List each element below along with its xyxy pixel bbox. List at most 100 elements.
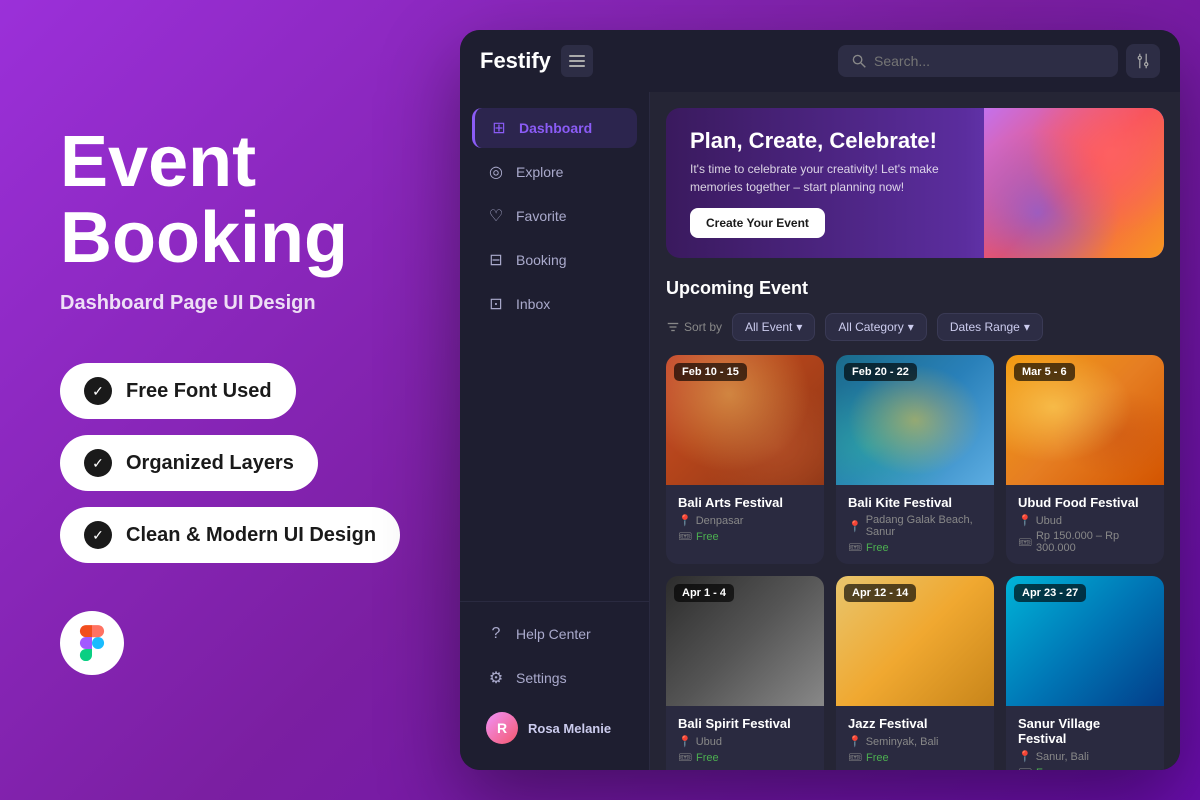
card-price-3: 🎟 Rp 150.000 – Rp 300.000	[1018, 530, 1152, 554]
card-date-5: Apr 12 - 14	[844, 584, 916, 602]
price-icon-6: 🎟	[1018, 766, 1032, 770]
sidebar-label-favorite: Favorite	[516, 208, 567, 224]
feature-free-font: ✓ Free Font Used	[60, 363, 296, 419]
card-location-3: 📍 Ubud	[1018, 514, 1152, 527]
filter-all-event[interactable]: All Event ▾	[732, 313, 815, 341]
filter-all-category[interactable]: All Category ▾	[825, 313, 926, 341]
favorite-icon: ♡	[486, 206, 506, 226]
check-icon-1: ✓	[84, 377, 112, 405]
create-event-button[interactable]: Create Your Event	[690, 208, 825, 238]
card-location-2: 📍 Padang Galak Beach, Sanur	[848, 514, 982, 538]
sidebar-item-dashboard[interactable]: ⊞ Dashboard	[472, 108, 637, 148]
event-card-6[interactable]: Apr 23 - 27 Sanur Village Festival 📍 San…	[1006, 576, 1164, 770]
event-card-1[interactable]: Feb 10 - 15 Bali Arts Festival 📍 Denpasa…	[666, 355, 824, 564]
card-date-6: Apr 23 - 27	[1014, 584, 1086, 602]
card-location-1: 📍 Denpasar	[678, 514, 812, 527]
sidebar-item-inbox[interactable]: ⊡ Inbox	[472, 284, 637, 324]
card-date-3: Mar 5 - 6	[1014, 363, 1075, 381]
booking-icon: ⊟	[486, 250, 506, 270]
sidebar-item-favorite[interactable]: ♡ Favorite	[472, 196, 637, 236]
dashboard-body: ⊞ Dashboard ◎ Explore ♡ Favorite ⊟ Booki…	[460, 92, 1180, 770]
card-image-5: Apr 12 - 14	[836, 576, 994, 706]
sidebar-nav: ⊞ Dashboard ◎ Explore ♡ Favorite ⊟ Booki…	[460, 108, 649, 593]
sidebar-bottom: ? Help Center ⚙ Settings R Rosa Melanie	[460, 601, 649, 754]
event-card-3[interactable]: Mar 5 - 6 Ubud Food Festival 📍 Ubud 🎟 Rp…	[1006, 355, 1164, 564]
search-input[interactable]	[874, 53, 1104, 69]
banner: Plan, Create, Celebrate! It's time to ce…	[666, 108, 1164, 258]
card-date-4: Apr 1 - 4	[674, 584, 734, 602]
logo-text: Festify	[480, 48, 551, 74]
sidebar-item-help[interactable]: ? Help Center	[472, 614, 637, 654]
card-location-6: 📍 Sanur, Bali	[1018, 750, 1152, 763]
event-card-5[interactable]: Apr 12 - 14 Jazz Festival 📍 Seminyak, Ba…	[836, 576, 994, 770]
feature-list: ✓ Free Font Used ✓ Organized Layers ✓ Cl…	[60, 363, 430, 563]
card-date-2: Feb 20 - 22	[844, 363, 917, 381]
sidebar-label-help: Help Center	[516, 626, 591, 642]
price-icon-1: 🎟	[678, 530, 692, 543]
event-card-4[interactable]: Apr 1 - 4 Bali Spirit Festival 📍 Ubud 🎟 …	[666, 576, 824, 770]
feature-organized-layers: ✓ Organized Layers	[60, 435, 318, 491]
user-name: Rosa Melanie	[528, 721, 611, 736]
settings-icon: ⚙	[486, 668, 506, 688]
filter-dates-range[interactable]: Dates Range ▾	[937, 313, 1043, 341]
sidebar-item-explore[interactable]: ◎ Explore	[472, 152, 637, 192]
sidebar-label-booking: Booking	[516, 252, 567, 268]
feature-clean-ui: ✓ Clean & Modern UI Design	[60, 507, 400, 563]
price-icon-5: 🎟	[848, 751, 862, 764]
card-name-5: Jazz Festival	[848, 716, 982, 731]
filter-button[interactable]	[1126, 44, 1160, 78]
check-icon-3: ✓	[84, 521, 112, 549]
check-icon-2: ✓	[84, 449, 112, 477]
card-location-5: 📍 Seminyak, Bali	[848, 735, 982, 748]
explore-icon: ◎	[486, 162, 506, 182]
card-location-4: 📍 Ubud	[678, 735, 812, 748]
menu-button[interactable]	[561, 45, 593, 77]
help-icon: ?	[486, 624, 506, 644]
card-image-4: Apr 1 - 4	[666, 576, 824, 706]
price-icon-4: 🎟	[678, 751, 692, 764]
feature-label-1: Free Font Used	[126, 380, 272, 403]
user-profile[interactable]: R Rosa Melanie	[472, 702, 637, 754]
location-icon-3: 📍	[1018, 514, 1032, 527]
filter-icon	[1135, 53, 1151, 69]
location-icon-2: 📍	[848, 520, 862, 533]
section-header: Upcoming Event	[666, 278, 1164, 299]
card-image-2: Feb 20 - 22	[836, 355, 994, 485]
card-date-1: Feb 10 - 15	[674, 363, 747, 381]
card-info-6: Sanur Village Festival 📍 Sanur, Bali 🎟 F…	[1006, 706, 1164, 770]
card-name-6: Sanur Village Festival	[1018, 716, 1152, 746]
card-name-1: Bali Arts Festival	[678, 495, 812, 510]
card-price-2: 🎟 Free	[848, 541, 982, 554]
location-icon-5: 📍	[848, 735, 862, 748]
search-bar	[838, 45, 1118, 77]
card-name-4: Bali Spirit Festival	[678, 716, 812, 731]
banner-description: It's time to celebrate your creativity! …	[690, 160, 970, 196]
banner-title: Plan, Create, Celebrate!	[690, 128, 1140, 154]
figma-badge	[60, 611, 124, 675]
sidebar-label-explore: Explore	[516, 164, 563, 180]
dashboard-icon: ⊞	[489, 118, 509, 138]
card-price-5: 🎟 Free	[848, 751, 982, 764]
sidebar-label-inbox: Inbox	[516, 296, 550, 312]
events-grid: Feb 10 - 15 Bali Arts Festival 📍 Denpasa…	[666, 355, 1164, 770]
card-info-4: Bali Spirit Festival 📍 Ubud 🎟 Free	[666, 706, 824, 770]
card-price-1: 🎟 Free	[678, 530, 812, 543]
card-info-3: Ubud Food Festival 📍 Ubud 🎟 Rp 150.000 –…	[1006, 485, 1164, 564]
avatar: R	[486, 712, 518, 744]
section-title: Upcoming Event	[666, 278, 808, 299]
location-icon-4: 📍	[678, 735, 692, 748]
feature-label-3: Clean & Modern UI Design	[126, 524, 376, 547]
event-card-2[interactable]: Feb 20 - 22 Bali Kite Festival 📍 Padang …	[836, 355, 994, 564]
inbox-icon: ⊡	[486, 294, 506, 314]
dashboard-panel: Festify	[460, 30, 1180, 770]
card-image-1: Feb 10 - 15	[666, 355, 824, 485]
card-name-2: Bali Kite Festival	[848, 495, 982, 510]
sidebar-label-dashboard: Dashboard	[519, 120, 592, 136]
sidebar-item-booking[interactable]: ⊟ Booking	[472, 240, 637, 280]
sidebar-item-settings[interactable]: ⚙ Settings	[472, 658, 637, 698]
logo-area: Festify	[480, 45, 593, 77]
sort-label: Sort by	[666, 320, 722, 334]
card-price-4: 🎟 Free	[678, 751, 812, 764]
location-icon-6: 📍	[1018, 750, 1032, 763]
price-icon-3: 🎟	[1018, 536, 1032, 549]
